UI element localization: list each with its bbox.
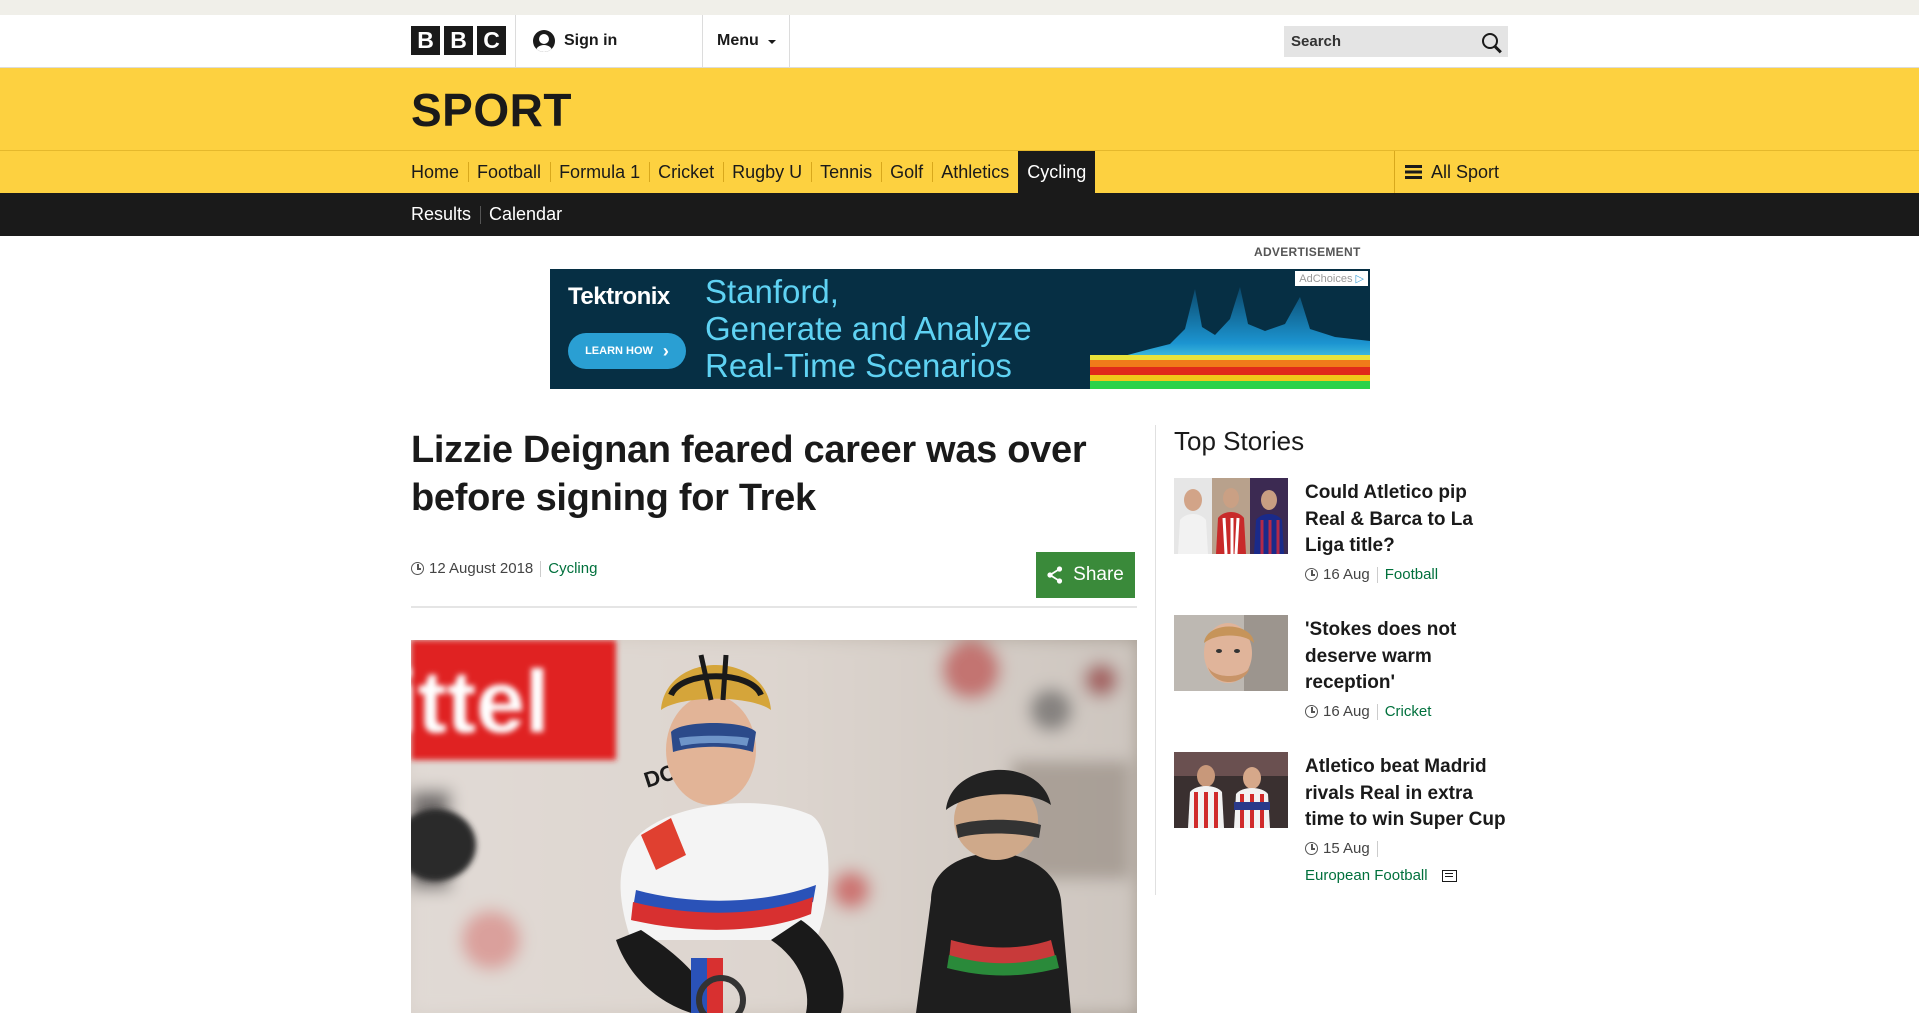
story-thumbnail[interactable] <box>1174 615 1288 691</box>
story-topic-link[interactable]: Football <box>1385 566 1438 583</box>
ad-line: Stanford, <box>705 273 839 310</box>
sub-nav-results[interactable]: Results <box>411 193 480 236</box>
sub-nav-calendar[interactable]: Calendar <box>480 193 571 236</box>
cyclist-photo: ittel DOLMANS <box>411 640 1137 1013</box>
browser-top-strip <box>0 0 1919 15</box>
article-date: 12 August 2018 <box>429 560 534 577</box>
cycling-sub-nav: Results Calendar <box>0 193 1919 236</box>
meta-divider <box>540 560 542 577</box>
sport-title[interactable]: SPORT <box>411 83 572 137</box>
top-story-item[interactable]: Atletico beat Madrid rivals Real in extr… <box>1174 752 1508 902</box>
article-topic-link[interactable]: Cycling <box>548 560 597 577</box>
hamburger-icon <box>1405 165 1422 179</box>
all-sport-label: All Sport <box>1431 161 1500 182</box>
vittel-sign-text: ittel <box>411 652 549 751</box>
nav-item-formula-1[interactable]: Formula 1 <box>550 151 649 193</box>
article-headline: Lizzie Deignan feared career was over be… <box>411 429 1087 519</box>
caret-down-icon <box>767 40 776 44</box>
share-button[interactable]: Share <box>1036 552 1135 598</box>
clock-icon <box>1305 842 1318 855</box>
story-title[interactable]: Atletico beat Madrid rivals Real in extr… <box>1305 754 1511 834</box>
bbc-logo-letter: B <box>444 26 473 55</box>
top-story-item[interactable]: Could Atletico pip Real & Barca to La Li… <box>1174 478 1508 598</box>
story-meta-second-line: European Football <box>1305 867 1457 884</box>
ad-headline: Stanford, Generate and Analyze Real-Time… <box>705 273 1032 384</box>
sidebar-divider <box>1155 425 1156 895</box>
story-title[interactable]: Could Atletico pip Real & Barca to La Li… <box>1305 480 1511 560</box>
menu-label: Menu <box>717 32 759 49</box>
ad-line: Generate and Analyze <box>705 310 1032 347</box>
story-topic-link[interactable]: Cricket <box>1385 703 1432 720</box>
story-meta: 16 Aug Football <box>1305 566 1438 583</box>
clock-icon <box>411 562 424 575</box>
nav-item-tennis[interactable]: Tennis <box>811 151 881 193</box>
adchoices-icon: ▷ <box>1355 273 1364 285</box>
story-meta: 15 Aug <box>1305 840 1385 857</box>
nav-item-home[interactable]: Home <box>411 151 468 193</box>
story-time: 16 Aug <box>1323 566 1370 583</box>
advertisement-label: ADVERTISEMENT <box>1254 245 1361 259</box>
nav-item-golf[interactable]: Golf <box>881 151 932 193</box>
learn-how-label: LEARN HOW <box>585 345 653 357</box>
sub-nav-container: Results Calendar <box>411 193 1508 236</box>
sign-in-label: Sign in <box>564 32 618 49</box>
story-title[interactable]: 'Stokes does not deserve warm reception' <box>1305 617 1511 697</box>
article-meta: 12 August 2018 Cycling <box>411 560 597 577</box>
nav-item-rugby-union[interactable]: Rugby U <box>723 151 811 193</box>
divider <box>789 15 790 67</box>
story-meta: 16 Aug Cricket <box>1305 703 1431 720</box>
waveform-graphic <box>1090 287 1370 389</box>
story-thumbnail[interactable] <box>1174 752 1288 828</box>
sport-header-container: SPORT <box>411 68 1508 150</box>
sport-nav: Home Football Formula 1 Cricket Rugby U … <box>0 151 1919 193</box>
meta-divider <box>1376 566 1378 583</box>
search-input[interactable] <box>1284 33 1478 50</box>
sport-nav-container: Home Football Formula 1 Cricket Rugby U … <box>411 151 1508 193</box>
divider <box>702 15 703 67</box>
nav-item-cycling[interactable]: Cycling <box>1018 151 1096 193</box>
user-icon <box>533 30 555 52</box>
advertisement-banner[interactable]: Tektronix LEARN HOW › Stanford, Generate… <box>550 269 1370 389</box>
nav-item-athletics[interactable]: Athletics <box>932 151 1018 193</box>
bbc-global-bar: B B C Sign in Menu <box>0 15 1919 68</box>
top-story-item[interactable]: 'Stokes does not deserve warm reception'… <box>1174 615 1508 735</box>
divider <box>515 15 516 67</box>
top-stories-title: Top Stories <box>1174 426 1305 456</box>
sport-header: SPORT <box>0 68 1919 151</box>
search-box <box>1284 26 1508 57</box>
sport-nav-items: Home Football Formula 1 Cricket Rugby U … <box>411 151 1096 193</box>
article-hero-image: ittel DOLMANS <box>411 640 1137 1013</box>
nav-item-cricket[interactable]: Cricket <box>649 151 723 193</box>
chevron-right-icon: › <box>662 341 669 361</box>
nav-item-football[interactable]: Football <box>468 151 550 193</box>
sub-nav-items: Results Calendar <box>411 193 571 236</box>
sign-in-link[interactable]: Sign in <box>533 15 617 67</box>
tektronix-logo: Tektronix <box>568 283 670 310</box>
clock-icon <box>1305 705 1318 718</box>
article-divider <box>411 606 1137 608</box>
clock-icon <box>1305 568 1318 581</box>
bbc-logo-letter: C <box>477 26 506 55</box>
learn-how-button[interactable]: LEARN HOW › <box>568 333 686 369</box>
story-topic-link[interactable]: European Football <box>1305 867 1428 884</box>
bbc-logo[interactable]: B B C <box>411 26 506 55</box>
meta-divider <box>1376 840 1378 857</box>
story-time: 15 Aug <box>1323 840 1370 857</box>
bbc-logo-letter: B <box>411 26 440 55</box>
share-icon <box>1047 566 1063 584</box>
comments-icon[interactable] <box>1441 869 1457 882</box>
adchoices-badge[interactable]: AdChoices ▷ <box>1295 271 1368 286</box>
search-icon[interactable] <box>1482 33 1498 49</box>
ad-line: Real-Time Scenarios <box>705 347 1012 384</box>
share-label: Share <box>1073 564 1124 585</box>
meta-divider <box>1376 703 1378 720</box>
menu-button[interactable]: Menu <box>717 15 776 67</box>
story-time: 16 Aug <box>1323 703 1370 720</box>
adchoices-label: AdChoices <box>1299 273 1353 285</box>
story-thumbnail[interactable] <box>1174 478 1288 554</box>
bbc-bar-container: B B C Sign in Menu <box>411 15 1508 67</box>
all-sport-button[interactable]: All Sport <box>1394 151 1508 193</box>
